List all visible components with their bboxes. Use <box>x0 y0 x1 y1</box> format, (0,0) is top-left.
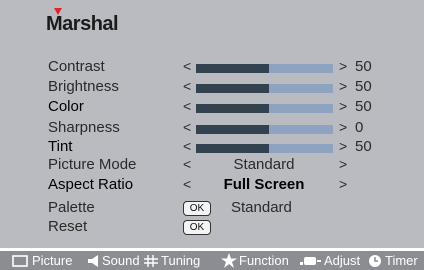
slider-value: 50 <box>355 98 372 115</box>
tab-sound[interactable]: Sound <box>87 251 140 270</box>
palette-row[interactable]: Palette OK Standard <box>0 199 424 219</box>
speaker-icon <box>87 254 101 267</box>
slider-row-brightness[interactable]: Brightness < > 50 <box>0 78 424 98</box>
slider-label: Tint <box>48 138 73 155</box>
increase-arrow[interactable]: > <box>339 138 347 154</box>
slider-label: Sharpness <box>48 119 120 136</box>
decrease-arrow[interactable]: < <box>183 78 191 94</box>
slider-row-sharpness[interactable]: Sharpness < > 0 <box>0 119 424 139</box>
slider-value: 50 <box>355 58 372 75</box>
increase-arrow[interactable]: > <box>339 98 347 114</box>
clock-icon <box>368 254 382 268</box>
option-value: Full Screen <box>223 176 305 193</box>
slider-value: 50 <box>355 78 372 95</box>
slider-fill <box>196 84 269 93</box>
slider-label: Brightness <box>48 78 119 95</box>
brand-logo: Marshal <box>46 13 119 35</box>
tab-label: Sound <box>102 253 140 268</box>
tab-tuning[interactable]: Tuning <box>144 251 200 270</box>
slider-fill <box>196 144 269 153</box>
tab-picture[interactable]: Picture <box>12 251 72 270</box>
tab-label: Tuning <box>161 253 201 268</box>
tab-function[interactable]: Function <box>221 251 289 270</box>
option-row-picture-mode[interactable]: Picture Mode < Standard > <box>0 156 424 176</box>
palette-value: Standard <box>231 199 292 216</box>
increase-arrow[interactable]: > <box>339 119 347 135</box>
slider-label: Color <box>48 98 84 115</box>
option-label: Aspect Ratio <box>48 176 134 193</box>
slider-track[interactable] <box>196 64 333 73</box>
option-value: Standard <box>233 156 295 173</box>
slider-fill <box>196 64 269 73</box>
previous-option-arrow[interactable]: < <box>183 156 191 172</box>
star-icon <box>221 253 237 268</box>
next-option-arrow[interactable]: > <box>339 176 347 192</box>
slider-track[interactable] <box>196 144 333 153</box>
tab-timer[interactable]: Timer <box>368 251 418 270</box>
slider-fill <box>196 125 269 134</box>
reset-ok-button[interactable]: OK <box>183 220 211 235</box>
slider-track[interactable] <box>196 84 333 93</box>
slider-track[interactable] <box>196 125 333 134</box>
increase-arrow[interactable]: > <box>339 58 347 74</box>
palette-ok-button[interactable]: OK <box>183 201 211 216</box>
decrease-arrow[interactable]: < <box>183 138 191 154</box>
tab-label: Timer <box>385 253 418 268</box>
increase-arrow[interactable]: > <box>339 78 347 94</box>
slider-value: 50 <box>355 138 372 155</box>
option-label: Picture Mode <box>48 156 137 173</box>
adjust-icon <box>300 256 322 266</box>
menu-tab-bar: Picture Sound Tuning Function Adjust Tim… <box>0 251 424 270</box>
tab-label: Adjust <box>324 253 361 268</box>
slider-track[interactable] <box>196 104 333 113</box>
picture-icon <box>12 254 28 267</box>
slider-label: Contrast <box>48 58 105 75</box>
reset-label: Reset <box>48 218 88 235</box>
slider-value: 0 <box>355 119 364 136</box>
tab-adjust[interactable]: Adjust <box>300 251 360 270</box>
slider-fill <box>196 104 269 113</box>
option-row-aspect-ratio[interactable]: Aspect Ratio < Full Screen > <box>0 176 424 196</box>
slider-row-contrast[interactable]: Contrast < > 50 <box>0 58 424 78</box>
reset-row[interactable]: Reset OK <box>0 218 424 238</box>
osd-menu: Marshal Contrast < > 50 Brightness < > 5… <box>0 0 424 248</box>
next-option-arrow[interactable]: > <box>339 156 347 172</box>
tab-label: Picture <box>32 253 73 268</box>
slider-row-tint[interactable]: Tint < > 50 <box>0 138 424 158</box>
decrease-arrow[interactable]: < <box>183 119 191 135</box>
previous-option-arrow[interactable]: < <box>183 176 191 192</box>
palette-label: Palette <box>48 199 95 216</box>
grid-icon <box>144 254 158 267</box>
tab-label: Function <box>239 253 289 268</box>
slider-row-color[interactable]: Color < > 50 <box>0 98 424 118</box>
decrease-arrow[interactable]: < <box>183 98 191 114</box>
decrease-arrow[interactable]: < <box>183 58 191 74</box>
